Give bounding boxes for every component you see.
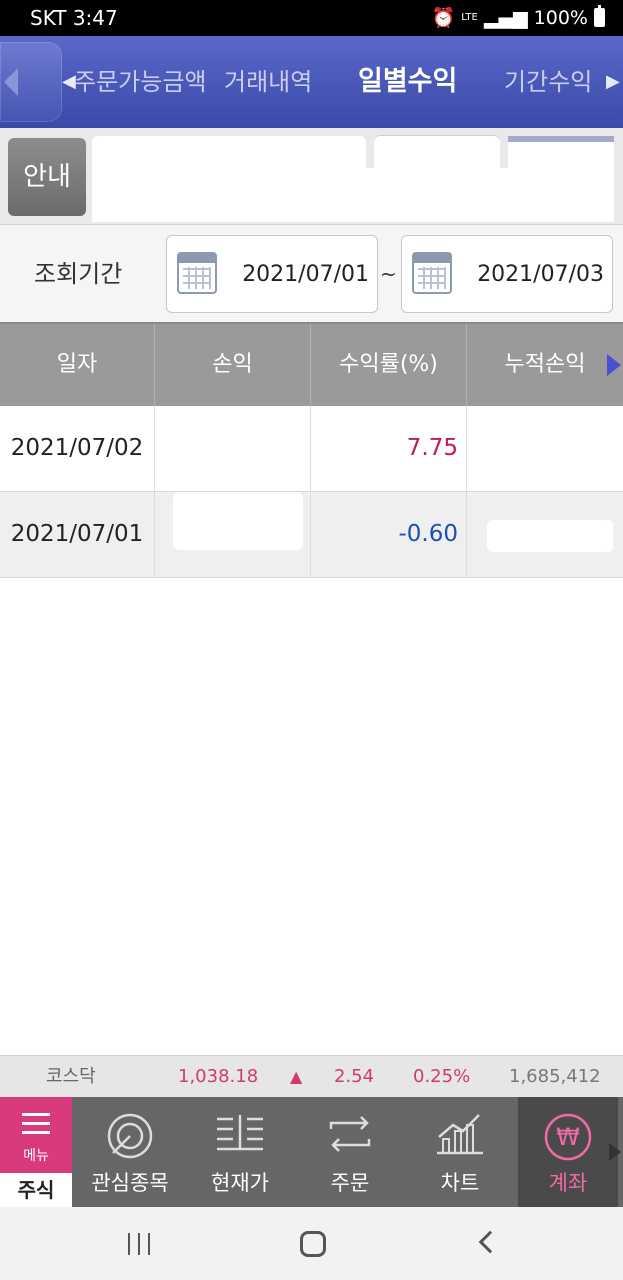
system-nav-bar xyxy=(0,1207,623,1280)
nav-account[interactable]: ₩ 계좌 xyxy=(518,1097,618,1207)
row-pnl xyxy=(155,406,311,491)
nav-order-label: 주문 xyxy=(330,1171,370,1195)
ticker-percent: 0.25% xyxy=(413,1066,471,1087)
account-info-row: 안내 xyxy=(0,128,623,224)
nav-chart-label: 차트 xyxy=(440,1171,480,1195)
ticker-index-name: 코스닥 xyxy=(46,1066,96,1087)
nav-watchlist-label: 관심종목 xyxy=(91,1171,169,1195)
chart-icon xyxy=(437,1114,483,1155)
info-button[interactable]: 안내 xyxy=(8,138,86,216)
ticker-price: 1,038.18 xyxy=(178,1066,259,1087)
nav-account-label: 계좌 xyxy=(548,1171,588,1195)
nav-current-price-label: 현재가 xyxy=(211,1171,269,1195)
hamburger-icon xyxy=(22,1113,50,1116)
scroll-columns-right-icon[interactable] xyxy=(607,354,621,376)
table-row[interactable]: 2021/07/01 -0.60 xyxy=(0,492,623,578)
calendar-icon xyxy=(412,252,452,294)
market-ticker[interactable]: 코스닥 1,038.18 ▲ 2.54 0.25% 1,685,412 xyxy=(0,1055,623,1097)
back-button[interactable] xyxy=(0,42,62,122)
up-arrow-icon: ▲ xyxy=(290,1067,303,1086)
period-separator: ~ xyxy=(380,262,397,286)
row-cumulative xyxy=(467,492,623,577)
period-row: 조회기간 2021/07/01 ~ 2021/07/03 xyxy=(0,224,623,322)
ticker-change: 2.54 xyxy=(334,1066,375,1087)
row-rate: -0.60 xyxy=(311,492,467,577)
won-currency-icon: ₩ xyxy=(544,1113,592,1161)
tab-transactions[interactable]: 거래내역 xyxy=(224,36,312,128)
network-type: LTE xyxy=(461,11,478,23)
svg-text:₩: ₩ xyxy=(556,1123,580,1151)
tab-header: ◀ 주문가능금액 거래내역 일별수익 기간수익 ▶ xyxy=(0,36,623,128)
redaction-mask xyxy=(487,520,613,552)
table-row[interactable]: 2021/07/02 7.75 xyxy=(0,406,623,492)
period-label: 조회기간 xyxy=(34,260,123,288)
price-bars-icon xyxy=(217,1115,263,1151)
status-icons: ⏰ LTE ▂▄▆ 100% xyxy=(431,5,605,29)
back-icon[interactable] xyxy=(478,1230,502,1254)
row-cumulative xyxy=(467,406,623,491)
recent-apps-icon[interactable] xyxy=(128,1233,150,1255)
row-pnl xyxy=(155,492,311,577)
row-rate: 7.75 xyxy=(311,406,467,491)
header-date: 일자 xyxy=(0,324,155,406)
target-icon xyxy=(107,1113,153,1159)
home-icon[interactable] xyxy=(300,1231,326,1257)
nav-watchlist[interactable]: 관심종목 xyxy=(76,1097,184,1207)
calendar-icon xyxy=(177,252,217,294)
tab-available-amount[interactable]: 주문가능금액 xyxy=(74,36,206,128)
table-header: 일자 손익 수익률(%) 누적손익 xyxy=(0,322,623,406)
menu-button[interactable]: 메뉴 주식 xyxy=(0,1097,72,1207)
header-rate: 수익률(%) xyxy=(311,324,467,406)
header-pnl: 손익 xyxy=(155,324,311,406)
redaction-mask xyxy=(173,492,303,550)
row-date: 2021/07/01 xyxy=(0,492,155,577)
battery-level: 100% xyxy=(533,6,588,29)
tab-daily-profit[interactable]: 일별수익 xyxy=(358,36,457,128)
nav-current-price[interactable]: 현재가 xyxy=(186,1097,294,1207)
section-label[interactable]: 주식 xyxy=(0,1173,72,1207)
tab-period-profit[interactable]: 기간수익 xyxy=(504,36,592,128)
row-date: 2021/07/02 xyxy=(0,406,155,491)
battery-icon xyxy=(594,5,605,27)
account-info-panel xyxy=(92,168,614,222)
nav-order[interactable]: 주문 xyxy=(296,1097,404,1207)
nav-more-icon[interactable] xyxy=(609,1143,621,1161)
signal-icon: ▂▄▆ xyxy=(483,6,528,29)
ticker-volume: 1,685,412 xyxy=(509,1066,601,1087)
carrier-time: SKT 3:47 xyxy=(30,6,118,30)
end-date-picker[interactable]: 2021/07/03 xyxy=(401,235,613,313)
header-cumulative: 누적손익 xyxy=(504,352,586,377)
start-date-picker[interactable]: 2021/07/01 xyxy=(166,235,378,313)
bottom-nav: 메뉴 주식 관심종목 현재가 주문 차트 ₩ 계좌 xyxy=(0,1097,623,1207)
start-date: 2021/07/01 xyxy=(242,262,369,287)
tab-scroll-right-icon[interactable]: ▶ xyxy=(606,36,620,128)
exchange-arrows-icon xyxy=(329,1116,371,1152)
menu-label: 메뉴 xyxy=(23,1148,49,1164)
nav-chart[interactable]: 차트 xyxy=(406,1097,514,1207)
end-date: 2021/07/03 xyxy=(477,262,604,287)
alarm-icon: ⏰ xyxy=(431,7,456,29)
status-bar: SKT 3:47 ⏰ LTE ▂▄▆ 100% xyxy=(0,0,623,36)
